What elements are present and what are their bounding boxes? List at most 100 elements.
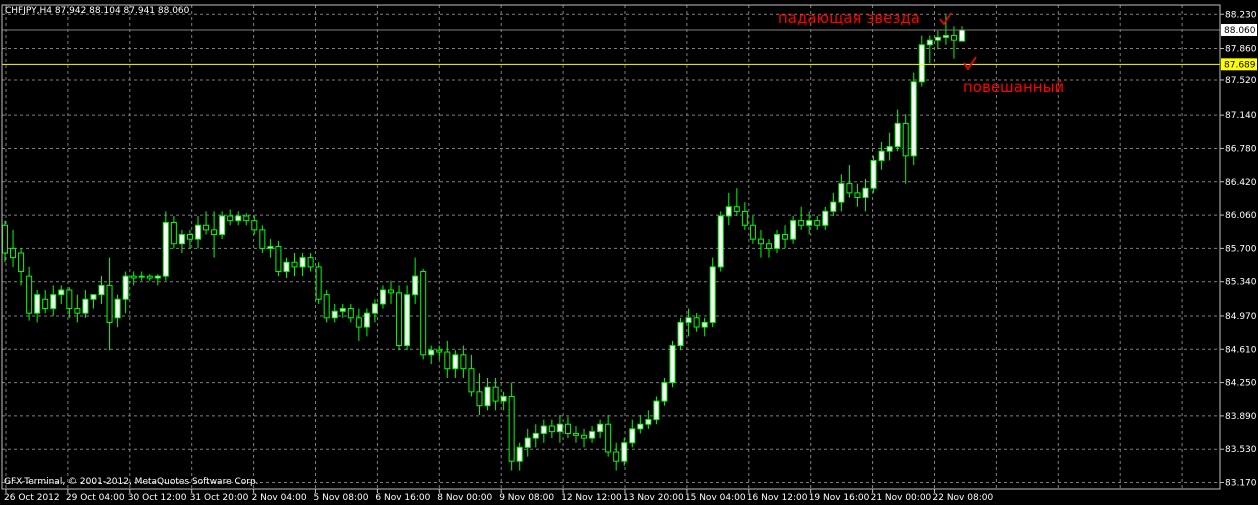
y-tick-label: 85.340 [1225, 278, 1257, 288]
candle-body-bull [371, 303, 378, 314]
symbol-info-header: CHFJPY,H4 87.942 88.104 87.941 88.060 [5, 6, 190, 16]
candle-body-bull [886, 146, 893, 152]
candle-body-bear [74, 308, 81, 314]
y-tick-label: 84.610 [1225, 345, 1257, 355]
candle-body-bear [388, 289, 395, 294]
x-tick-label: 2 Nov 04:00 [252, 493, 307, 503]
candle-body-bull [669, 345, 676, 384]
candle-body-bull [556, 423, 563, 433]
candle-body-bull [822, 210, 829, 226]
candle-body-bull [918, 44, 925, 83]
y-tick-label: 84.970 [1225, 312, 1257, 322]
candle [653, 396, 660, 425]
candle-body-bull [82, 298, 89, 314]
candle-body-bear [42, 298, 49, 310]
candle-body-bull [838, 183, 845, 203]
candle-body-bear [347, 308, 354, 319]
y-tick-label: 87.520 [1225, 76, 1257, 86]
candle-body-bull [926, 39, 933, 46]
candle-body-bear [251, 220, 258, 231]
candle-body-bear [436, 349, 443, 353]
candle-body-bull [645, 419, 652, 425]
candle-body-bull [524, 437, 531, 448]
candle [910, 72, 917, 166]
candle-body-bear [170, 221, 177, 245]
candle-body-bull [894, 122, 901, 148]
candle [677, 317, 684, 351]
candle-body-bull [138, 275, 145, 278]
candle-body-bull [516, 446, 523, 462]
candle-body-bull [331, 310, 338, 319]
candle-body-bull [870, 159, 877, 189]
candle-body-bull [267, 246, 274, 249]
candle-body-bull [484, 386, 491, 407]
candle-body-bull [540, 425, 547, 434]
candle-body-bear [548, 425, 555, 433]
candle-body-bear [396, 292, 403, 347]
candle-body-bull [677, 321, 684, 347]
candle-body-bear [741, 210, 748, 226]
x-tick-label: 9 Nov 08:00 [499, 493, 554, 503]
y-tick-label: 86.780 [1225, 144, 1257, 154]
y-tick-label: 85.700 [1225, 244, 1257, 254]
candle-body-bull [122, 275, 129, 300]
candle-body-bull [154, 275, 161, 279]
candle-body-bull [50, 294, 57, 310]
candle-body-bull [709, 266, 716, 323]
candle-body-bull [178, 234, 185, 245]
candle-body-bear [307, 257, 314, 268]
x-tick-label: 22 Nov 08:00 [933, 493, 994, 503]
candle-body-bull [428, 349, 435, 356]
candle-body-bear [782, 234, 789, 240]
candle-body-bull [162, 221, 169, 277]
candle-body-bear [355, 317, 362, 328]
candle [669, 340, 676, 388]
y-tick-label: 87.140 [1225, 111, 1257, 121]
candle-body-bull [862, 187, 869, 198]
candle-body-bull [725, 206, 732, 217]
annotation-hanging-man: повешанный [963, 78, 1064, 96]
candle-body-bear [243, 215, 250, 222]
x-tick-label: 26 Oct 2012 [4, 493, 60, 503]
candle-body-bear [106, 284, 113, 323]
candle-body-bull [910, 81, 917, 157]
x-tick-label: 15 Nov 04:00 [685, 493, 746, 503]
candle-body-bear [420, 271, 427, 356]
candle [420, 268, 427, 360]
candle-body-bull [637, 423, 644, 430]
candle-body-bear [508, 395, 515, 462]
candle-body-bull [661, 382, 668, 402]
candle-body-bull [532, 432, 539, 439]
candlestick-chart[interactable]: 88.060 87.689 88.230 87.860 87.520 87.140 86.… [0, 0, 1258, 505]
candle-body-bear [581, 434, 588, 439]
candle-body-bear [846, 183, 853, 194]
candle-body-bear [749, 224, 756, 240]
candle-body-bear [18, 252, 25, 273]
candle-body-bull [219, 215, 226, 236]
candle [323, 290, 330, 323]
candle-body-bull [830, 201, 837, 212]
candle-body-bull [685, 317, 692, 323]
candle [709, 257, 716, 328]
candle-body-bear [2, 224, 8, 254]
candle-body-bear [902, 122, 909, 157]
candle-body-bear [613, 451, 620, 462]
candle [621, 438, 628, 466]
candle-body-bear [259, 229, 266, 249]
candle-body-bull [58, 289, 65, 296]
candle-body-bear [468, 368, 475, 393]
y-tick-label: 87.860 [1225, 44, 1257, 54]
chart-background [0, 0, 1258, 505]
candle-body-bear [693, 317, 700, 328]
x-tick-label: 21 Nov 00:00 [871, 493, 932, 503]
candle-body-bear [227, 215, 234, 222]
candle-body-bull [404, 294, 411, 347]
candle [717, 211, 724, 272]
candle-body-bull [701, 321, 708, 328]
candle-body-bull [283, 261, 290, 273]
candle [315, 262, 322, 304]
candle-body-bull [589, 431, 596, 439]
annotation-falling-star: падающая звезда [778, 9, 920, 27]
y-tick-label: 88.230 [1225, 10, 1257, 20]
candle-body-bear [492, 386, 499, 402]
